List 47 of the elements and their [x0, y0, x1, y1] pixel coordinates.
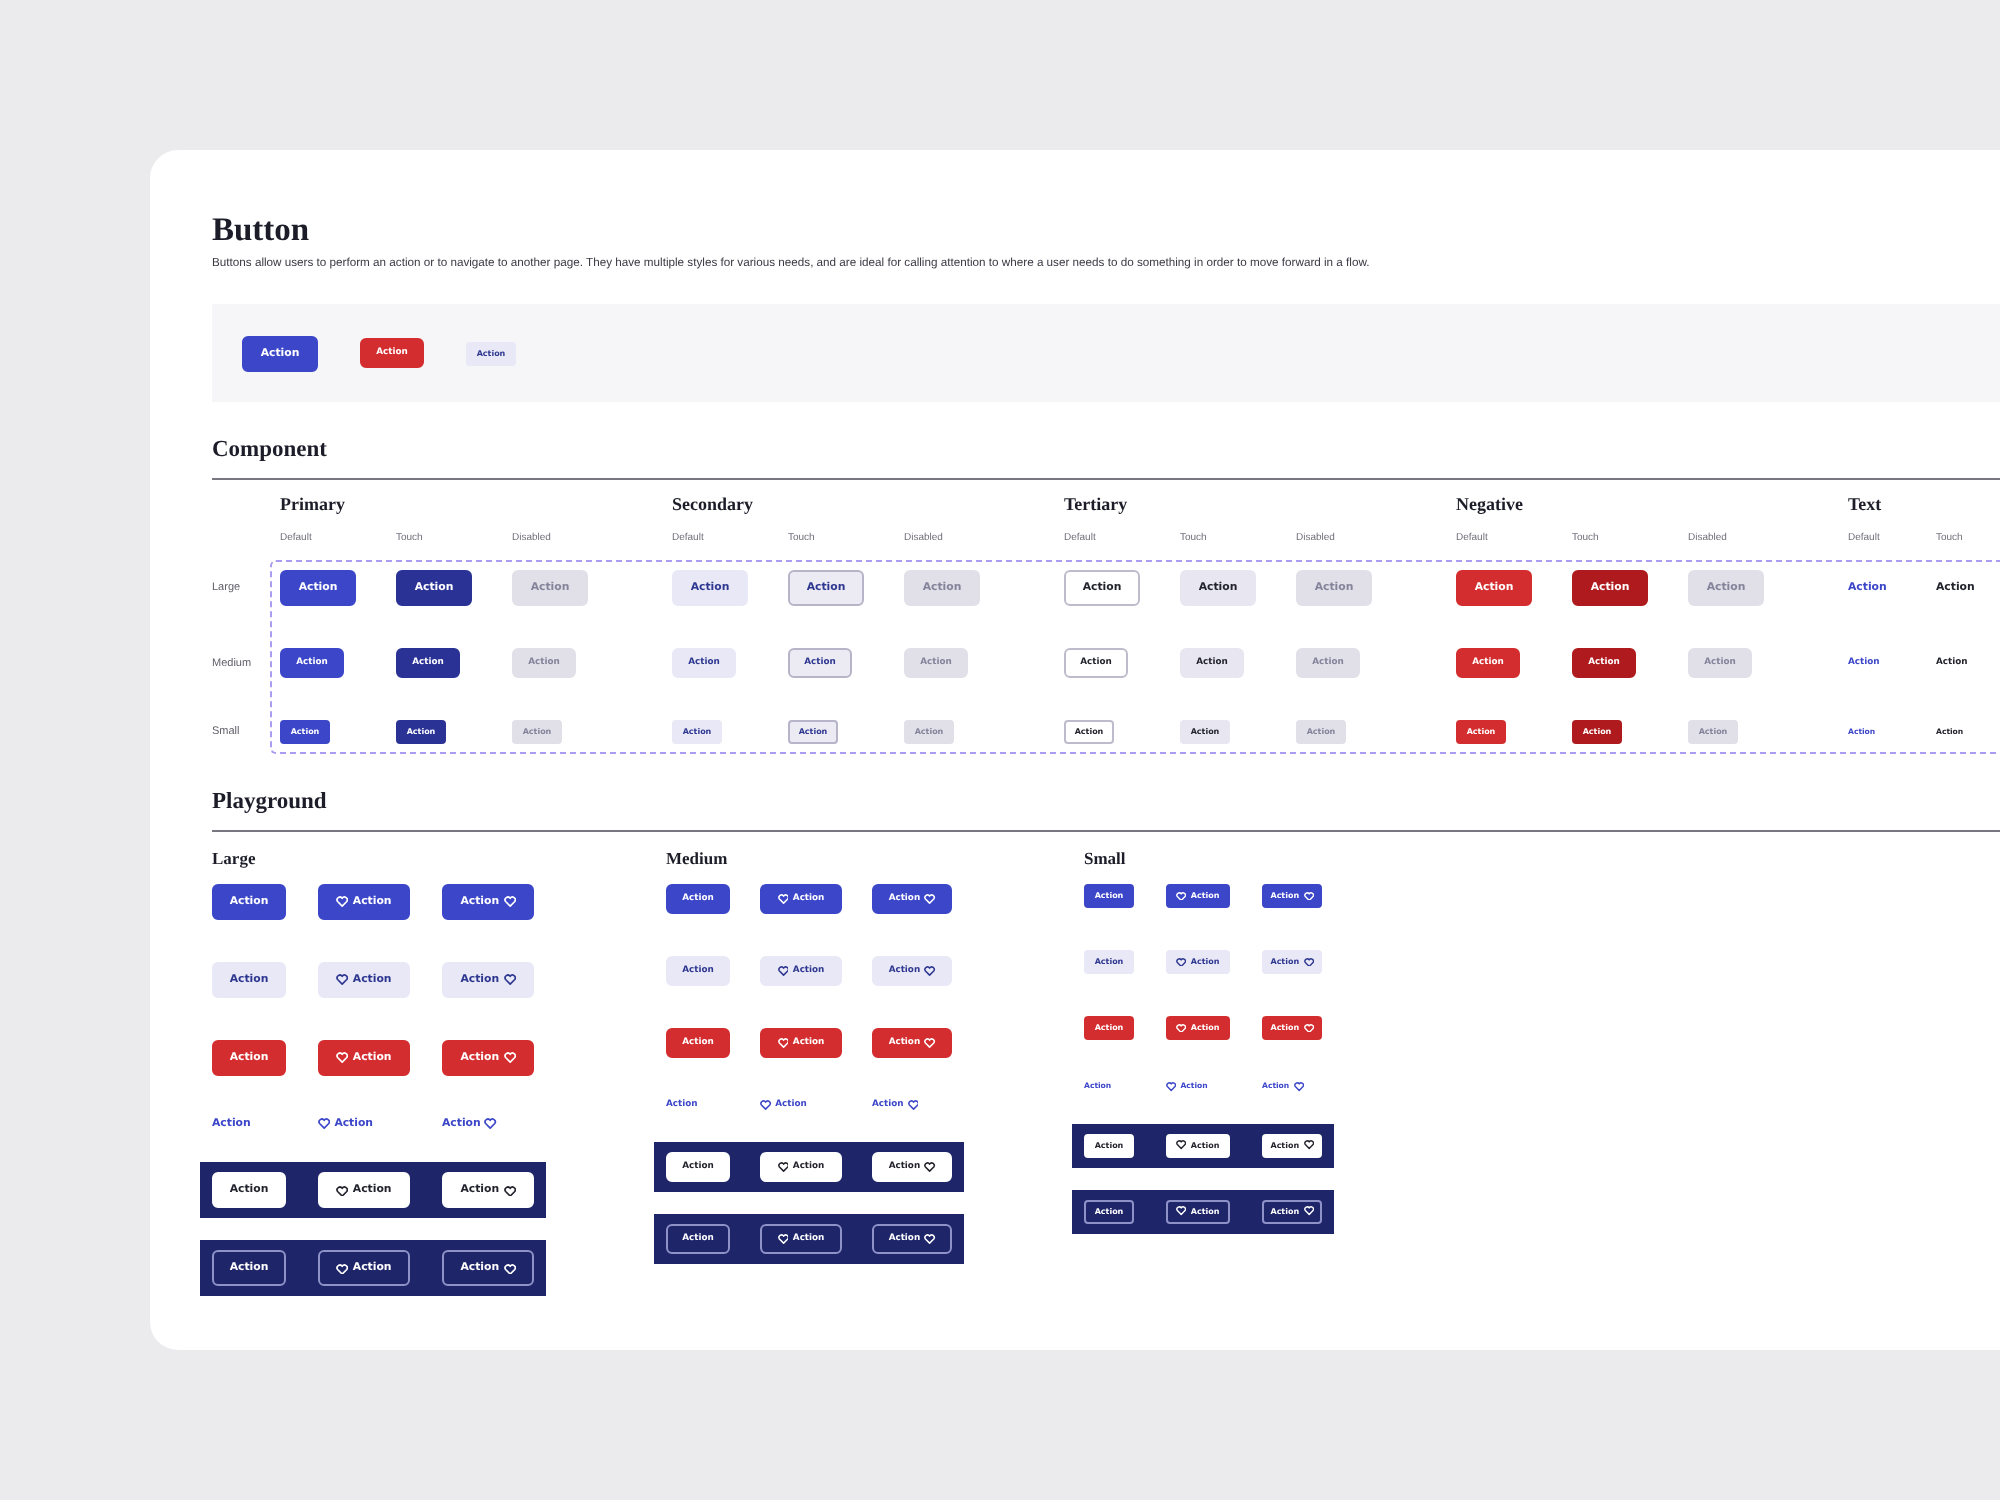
heart-icon	[924, 1162, 936, 1173]
heart-icon	[1176, 957, 1187, 967]
heart-icon	[503, 974, 516, 986]
heart-icon	[1176, 891, 1187, 901]
section-heading: Component	[212, 436, 328, 466]
heart-icon	[503, 1052, 516, 1064]
heart-icon	[1176, 1206, 1187, 1217]
heart-icon	[503, 1263, 516, 1275]
heart-icon	[1303, 891, 1314, 901]
heart-icon	[924, 965, 936, 977]
heart-icon	[1293, 1082, 1304, 1092]
heart-icon	[1166, 1082, 1177, 1092]
heart-icon	[336, 896, 349, 908]
group-title: Text	[1848, 492, 1882, 518]
group-title: Tertiary	[1064, 492, 1128, 518]
heart-icon	[503, 896, 516, 908]
column-title: Large	[212, 848, 256, 868]
heart-icon	[777, 965, 789, 977]
heart-icon	[336, 1052, 349, 1064]
group-title: Negative	[1456, 492, 1523, 518]
heart-icon	[1303, 1206, 1314, 1217]
heart-icon	[318, 1118, 331, 1131]
heart-icon	[777, 1162, 789, 1173]
heart-icon	[777, 893, 789, 905]
heart-icon	[336, 1185, 349, 1197]
section-heading: Playground	[212, 788, 327, 818]
column-title: Medium	[666, 848, 728, 868]
heart-icon	[777, 1037, 789, 1049]
heart-icon	[1303, 1140, 1314, 1151]
heart-icon	[924, 893, 936, 905]
heart-icon	[924, 1037, 936, 1049]
page-title: Button	[212, 210, 310, 250]
heart-icon	[336, 1263, 349, 1275]
heart-icon	[777, 1234, 789, 1245]
group-title: Primary	[280, 492, 345, 518]
heart-icon	[336, 974, 349, 986]
heart-icon	[1303, 957, 1314, 967]
heart-icon	[760, 1100, 772, 1111]
heart-icon	[924, 1234, 936, 1245]
heart-icon	[503, 1185, 516, 1197]
group-title: Secondary	[672, 492, 753, 518]
heart-icon	[484, 1118, 498, 1131]
heart-icon	[1176, 1140, 1187, 1151]
heart-icon	[907, 1100, 919, 1111]
column-title: Small	[1084, 848, 1126, 868]
heart-icon	[1176, 1023, 1187, 1033]
heart-icon	[1303, 1023, 1314, 1033]
